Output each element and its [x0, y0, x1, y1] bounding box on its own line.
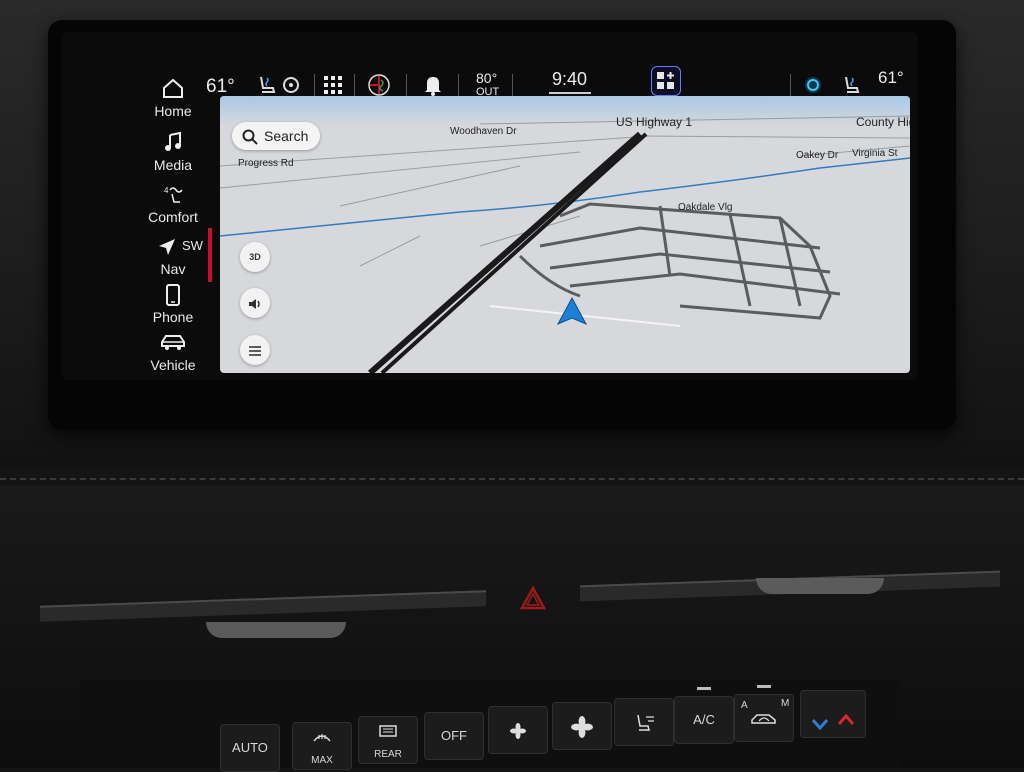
rear-label: REAR: [374, 749, 402, 760]
sidebar-item-label: Home: [154, 103, 192, 119]
view-mode-button[interactable]: 3D: [240, 242, 270, 272]
infotainment-display: 61° 80° OUT 9:40 61° Home Media 4 Comfor…: [62, 32, 918, 380]
current-position-arrow: [556, 296, 588, 326]
temp-down-icon: [811, 703, 829, 749]
rear-defrost-button[interactable]: REAR: [358, 716, 418, 764]
dashboard-stitching: [0, 478, 1024, 480]
home-icon: [126, 78, 220, 100]
nav-heading-row: SW: [126, 236, 220, 258]
vent-tab-left[interactable]: [206, 622, 346, 638]
clock[interactable]: 9:40: [552, 69, 587, 90]
road-label-oakey: Oakey Dr: [796, 150, 839, 161]
sidebar-item-home[interactable]: Home: [126, 78, 220, 119]
sidebar-item-nav[interactable]: SW Nav: [126, 236, 220, 277]
clock-underline: [549, 92, 591, 94]
road-label-woodhaven: Woodhaven Dr: [450, 126, 517, 137]
outside-temp: 80°: [476, 70, 498, 86]
sidebar-item-comfort[interactable]: 4 Comfort: [126, 184, 220, 225]
widget-button[interactable]: [651, 66, 681, 96]
status-divider: [406, 74, 407, 96]
status-divider: [314, 74, 315, 96]
fan-increase-button[interactable]: [552, 702, 612, 750]
sidebar-item-label: Nav: [160, 261, 186, 277]
sidebar-item-vehicle[interactable]: Vehicle: [126, 332, 220, 373]
auto-label: AUTO: [232, 740, 268, 755]
phone-icon: [126, 284, 220, 306]
status-divider: [512, 74, 513, 96]
recirc-indicator-light: [757, 685, 771, 688]
passenger-temp[interactable]: 61°: [878, 68, 904, 88]
max-defrost-button[interactable]: MAX: [292, 722, 352, 770]
music-note-icon: [126, 131, 220, 154]
comfort-icon: 4: [126, 184, 220, 206]
add-widget-icon: [657, 72, 675, 95]
ac-indicator-light: [697, 687, 711, 690]
sidebar-item-label: Comfort: [148, 209, 198, 225]
road-label-progress: Progress Rd: [238, 158, 294, 169]
recirc-a-label: A: [741, 700, 748, 711]
status-divider: [790, 74, 791, 96]
recirculation-button[interactable]: A M: [734, 685, 794, 742]
view-mode-label: 3D: [249, 252, 261, 262]
search-label: Search: [264, 128, 309, 144]
svg-text:4: 4: [164, 186, 169, 195]
status-divider: [354, 74, 355, 96]
hazard-triangle-icon: [519, 585, 547, 614]
car-icon: [126, 332, 220, 354]
fan-decrease-button[interactable]: [488, 706, 548, 754]
fan-large-icon: [571, 715, 593, 738]
climate-off-button[interactable]: OFF: [424, 712, 484, 760]
ac-label: A/C: [693, 712, 715, 727]
auto-button[interactable]: AUTO: [220, 724, 280, 772]
sidebar-item-label: Vehicle: [150, 357, 196, 373]
road-label-oakdale: Oakdale Vlg: [678, 202, 733, 213]
airflow-seat-icon: [632, 714, 656, 731]
navigation-map[interactable]: Woodhaven Dr US Highway 1 County Highw P…: [220, 96, 910, 373]
temp-up-icon: [837, 699, 855, 745]
max-label: MAX: [311, 755, 333, 766]
defrost-icon: [293, 729, 351, 749]
sidebar-item-phone[interactable]: Phone: [126, 284, 220, 325]
search-button[interactable]: Search: [232, 122, 320, 150]
road-label-virginia: Virginia St: [852, 148, 898, 159]
navigation-arrow-icon: [158, 238, 176, 261]
volume-button[interactable]: [240, 288, 270, 318]
map-roads: [220, 115, 910, 373]
road-label-us-highway: US Highway 1: [616, 115, 693, 129]
sidebar-item-label: Media: [153, 157, 193, 173]
sidebar-item-label: Phone: [152, 309, 194, 325]
off-label: OFF: [441, 728, 467, 743]
sidebar-item-media[interactable]: Media: [126, 131, 220, 173]
status-divider: [458, 74, 459, 96]
menu-button[interactable]: [240, 335, 270, 365]
road-label-county-highway: County Highw: [856, 115, 910, 129]
fan-small-icon: [510, 722, 526, 739]
hamburger-menu-icon: [249, 345, 261, 356]
ac-button[interactable]: A/C: [674, 687, 734, 744]
rear-defrost-icon: [359, 723, 417, 743]
hazard-button[interactable]: [519, 585, 547, 615]
nav-heading: SW: [182, 238, 203, 253]
recirculation-car-icon: [749, 710, 779, 725]
vent-tab-right[interactable]: [756, 578, 884, 594]
airflow-mode-button[interactable]: [614, 698, 674, 746]
speaker-icon: [248, 298, 262, 309]
recirc-m-label: M: [781, 698, 790, 709]
temperature-rocker[interactable]: [800, 690, 866, 738]
search-icon: [242, 129, 258, 148]
